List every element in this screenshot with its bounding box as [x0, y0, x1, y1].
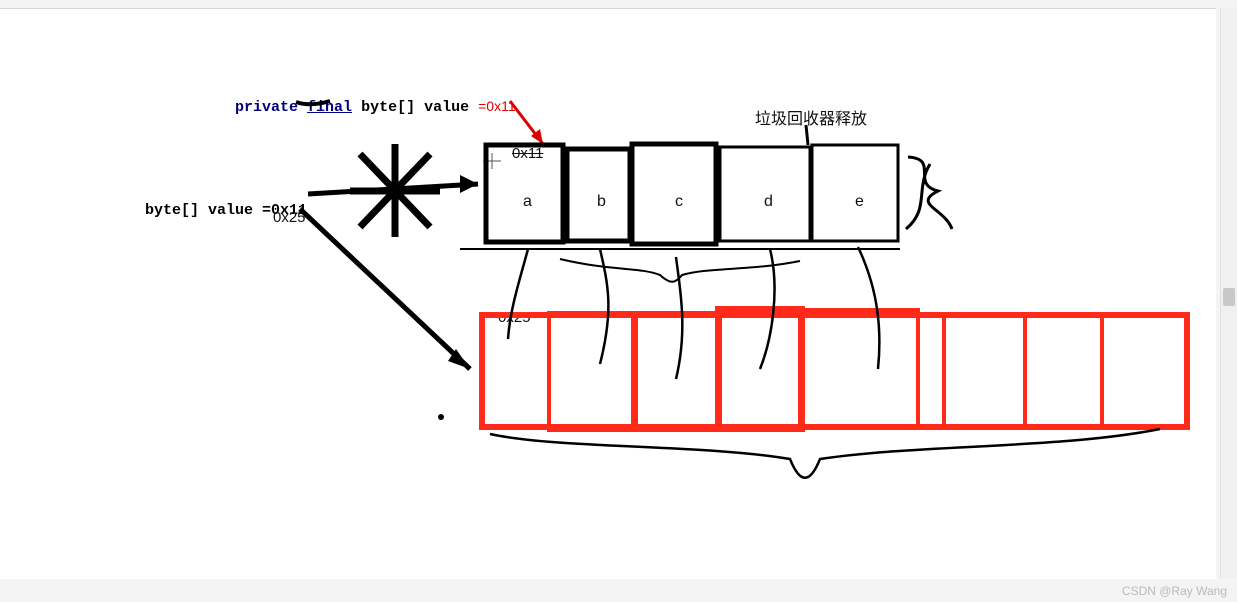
- right-squiggle: [906, 157, 952, 229]
- arrow-to-red: [300, 209, 470, 369]
- final-underline-scribble: [296, 101, 330, 104]
- bottom-brace: [490, 429, 1160, 478]
- gc-pointer: [806, 125, 808, 145]
- mid-brace: [560, 259, 800, 282]
- vertical-scrollbar[interactable]: [1220, 8, 1237, 578]
- stray-dot: [438, 414, 444, 420]
- drawing-layer: [0, 9, 1216, 579]
- cross-out: [350, 144, 440, 237]
- scrollbar-thumb[interactable]: [1223, 288, 1235, 306]
- red-array: [482, 309, 1187, 430]
- watermark: CSDN @Ray Wang: [1122, 584, 1227, 598]
- diagram-canvas: private final byte[] value =0x11 byte[] …: [0, 8, 1216, 579]
- black-array: [460, 144, 900, 249]
